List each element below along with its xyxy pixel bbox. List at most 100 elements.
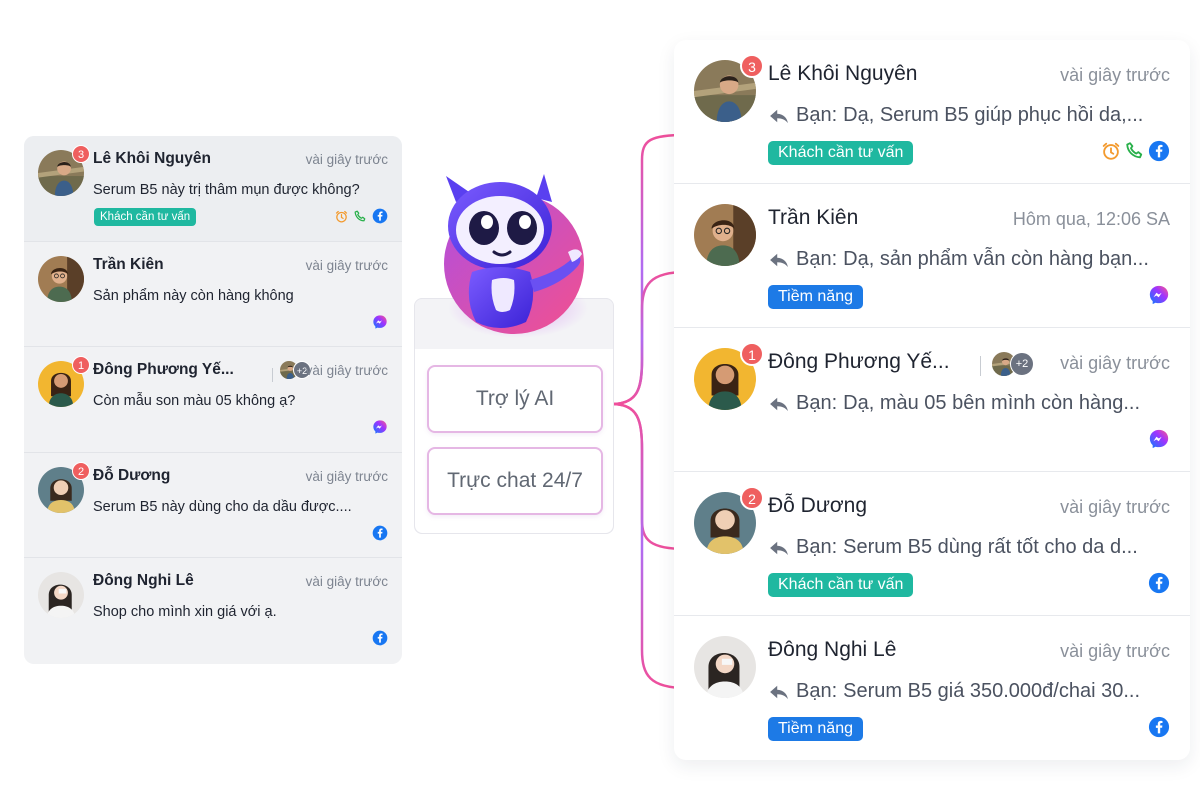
avatar: 3 [38, 145, 90, 196]
avatar [694, 636, 756, 698]
assigned-agents[interactable]: +2 [992, 352, 1034, 376]
reply-prefix: Bạn: [796, 104, 838, 126]
message-time: vài giây trước [305, 257, 388, 273]
avatar [694, 204, 756, 266]
message-text: Serum B5 giá 350.000đ/chai 30... [843, 680, 1141, 702]
messenger-icon [372, 419, 388, 435]
reply-icon [768, 252, 790, 268]
customer-tag[interactable]: Tiềm năng [768, 717, 863, 741]
unread-badge: 1 [740, 342, 764, 366]
conversation-row[interactable]: 2 Đỗ Dương vài giây trước Bạn: Serum B5 … [674, 472, 1190, 616]
message-time: vài giây trước [305, 468, 388, 484]
facebook-icon [1148, 140, 1170, 162]
contact-name: Đông Nghi Lê [768, 638, 897, 661]
customer-tag[interactable]: Khách cần tư vấn [768, 573, 914, 597]
reply-prefix: Bạn: [796, 248, 838, 270]
channel-icons [334, 208, 388, 224]
conversation-row[interactable]: Đông Nghi Lê vài giây trước Shop cho mìn… [24, 558, 402, 664]
message-time: Hôm qua, 12:06 SA [1012, 209, 1170, 229]
conversation-row[interactable]: Trần Kiên vài giây trước Sản phẩm này cò… [24, 242, 402, 348]
facebook-icon [372, 630, 388, 646]
message-preview: Serum B5 này trị thâm mụn được không? [93, 182, 360, 198]
facebook-icon [1148, 572, 1170, 594]
message-preview: Shop cho mình xin giá với ạ. [93, 604, 277, 621]
reply-icon [768, 540, 790, 556]
conversation-row[interactable]: 1 Đông Phương Yế... +2 vài giây trước Bạ… [674, 328, 1190, 472]
messenger-icon [1148, 428, 1170, 450]
divider [980, 356, 981, 376]
reply-prefix: Bạn: [796, 392, 838, 414]
phone-icon[interactable] [353, 209, 368, 224]
message-text: Dạ, Serum B5 giúp phục hồi da,... [843, 104, 1144, 126]
channel-icons [1100, 140, 1170, 162]
contact-name: Đông Phương Yế... [768, 350, 950, 373]
divider [272, 368, 273, 383]
conversation-row[interactable]: 2 Đỗ Dương vài giây trước Serum B5 này d… [24, 453, 402, 559]
channel-icons [1148, 428, 1170, 450]
avatar: 3 [694, 54, 764, 122]
message-preview: Bạn: Dạ, Serum B5 giúp phục hồi da,... [768, 104, 1143, 127]
customer-tag[interactable]: Tiềm năng [768, 285, 863, 309]
message-time: vài giây trước [1060, 353, 1170, 373]
avatar: 1 [38, 356, 90, 407]
message-preview: Bạn: Dạ, sản phẩm vẫn còn hàng bạn... [768, 248, 1149, 271]
message-time: vài giây trước [1060, 65, 1170, 85]
contact-name: Đông Phương Yế... [93, 361, 234, 379]
customer-tag[interactable]: Khách cần tư vấn [768, 141, 914, 165]
conversation-row[interactable]: Đông Nghi Lê vài giây trước Bạn: Serum B… [674, 616, 1190, 760]
contact-name: Đỗ Dương [93, 466, 171, 484]
reply-prefix: Bạn: [796, 680, 838, 702]
avatar [38, 256, 84, 302]
reply-prefix: Bạn: [796, 536, 838, 558]
channel-icons [372, 630, 388, 646]
message-text: Dạ, sản phẩm vẫn còn hàng bạn... [843, 248, 1149, 270]
ai-assistant-button[interactable]: Trợ lý AI [427, 365, 603, 433]
channel-icons [1148, 284, 1170, 306]
alarm-icon[interactable] [1100, 140, 1122, 162]
message-time: vài giây trước [305, 363, 388, 379]
conversation-row[interactable]: Trần Kiên Hôm qua, 12:06 SA Bạn: Dạ, sản… [674, 184, 1190, 328]
facebook-icon [372, 525, 388, 541]
messenger-icon [1148, 284, 1170, 306]
facebook-icon [372, 208, 388, 224]
conversation-list-before: 3 Lê Khôi Nguyên vài giây trước Serum B5… [24, 136, 402, 664]
message-preview: Bạn: Serum B5 dùng rất tốt cho da d... [768, 536, 1138, 559]
message-text: Dạ, màu 05 bên mình còn hàng... [843, 392, 1141, 414]
unread-badge: 3 [740, 54, 764, 78]
phone-icon[interactable] [1124, 140, 1146, 162]
conversation-row[interactable]: 3 Lê Khôi Nguyên vài giây trước Serum B5… [24, 136, 402, 242]
message-preview: Sản phẩm này còn hàng không [93, 287, 294, 304]
conversation-row[interactable]: 3 Lê Khôi Nguyên vài giây trước Bạn: Dạ,… [674, 40, 1190, 184]
alarm-icon[interactable] [334, 209, 349, 224]
messenger-icon [372, 314, 388, 330]
channel-icons [372, 419, 388, 435]
message-time: vài giây trước [305, 574, 388, 590]
avatar: 2 [38, 461, 90, 513]
conversation-row[interactable]: 1 Đông Phương Yế... +2 vài giây trước Cò… [24, 347, 402, 453]
channel-icons [372, 314, 388, 330]
reply-icon [768, 396, 790, 412]
avatar: 1 [694, 342, 764, 410]
contact-name: Lê Khôi Nguyên [93, 150, 211, 167]
conversation-list-after: 3 Lê Khôi Nguyên vài giây trước Bạn: Dạ,… [674, 40, 1190, 760]
avatar: 2 [694, 486, 764, 554]
channel-icons [1148, 572, 1170, 594]
customer-tag[interactable]: Khách cần tư vấn [94, 208, 197, 226]
unread-badge: 2 [740, 486, 764, 510]
live-chat-button[interactable]: Trực chat 24/7 [427, 447, 603, 515]
contact-name: Trần Kiên [93, 255, 164, 273]
reply-icon [768, 108, 790, 124]
message-time: vài giây trước [1060, 497, 1170, 517]
contact-name: Đỗ Dương [768, 494, 868, 517]
robot-mascot-icon [444, 174, 588, 338]
channel-icons [1148, 716, 1170, 738]
message-text: Serum B5 dùng rất tốt cho da d... [843, 536, 1138, 558]
message-preview: Bạn: Serum B5 giá 350.000đ/chai 30... [768, 680, 1140, 703]
unread-badge: 1 [72, 356, 90, 375]
message-preview: Bạn: Dạ, màu 05 bên mình còn hàng... [768, 392, 1140, 415]
reply-icon [768, 684, 790, 700]
agent-count: +2 [1010, 352, 1034, 376]
facebook-icon [1148, 716, 1170, 738]
unread-badge: 2 [72, 461, 90, 480]
message-time: vài giây trước [305, 152, 388, 167]
